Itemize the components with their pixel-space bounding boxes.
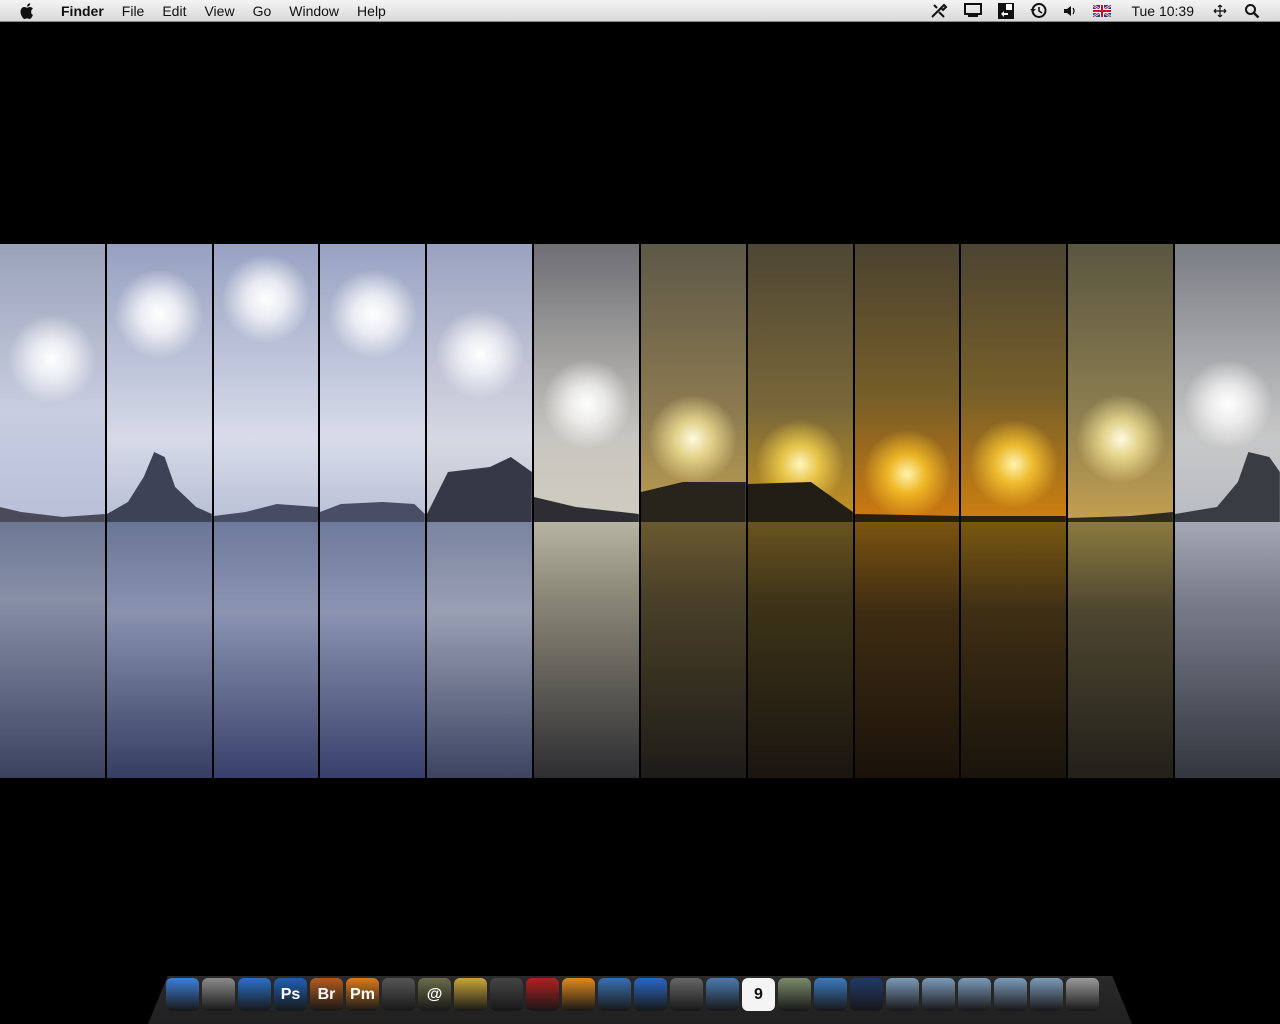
menu-edit[interactable]: Edit	[153, 0, 195, 22]
wallpaper-panel	[213, 244, 321, 778]
dock-preview-icon[interactable]	[778, 978, 811, 1011]
input-source-uk-flag-icon[interactable]	[1093, 0, 1112, 22]
dock-icon-label: Br	[317, 985, 336, 1003]
dock-icon-label: Ps	[280, 985, 301, 1003]
display-icon[interactable]	[964, 0, 983, 22]
dock-itunes-icon[interactable]	[598, 978, 631, 1011]
dock-imovie-icon[interactable]	[490, 978, 523, 1011]
menu-window[interactable]: Window	[280, 0, 348, 22]
dock-applications-folder-icon[interactable]	[886, 978, 919, 1011]
apple-menu-icon[interactable]	[18, 2, 38, 20]
wallpaper-panel	[640, 244, 748, 778]
dock-icon-label: Pm	[350, 985, 375, 1003]
spaces-icon[interactable]	[998, 0, 1015, 22]
dock-ical-icon[interactable]: 9	[742, 978, 775, 1011]
wallpaper-panel	[747, 244, 855, 778]
menu-clock[interactable]: Tue 10:39	[1131, 3, 1194, 19]
menu-extras: Tue 10:39	[922, 0, 1280, 22]
wallpaper-panel	[1175, 244, 1280, 778]
dock-script-editor-icon[interactable]	[670, 978, 703, 1011]
dock-quicktime-icon[interactable]	[562, 978, 595, 1011]
wallpaper-panel	[961, 244, 1069, 778]
menu-finder[interactable]: Finder	[52, 0, 113, 22]
dock-utilities-folder-icon[interactable]	[958, 978, 991, 1011]
dock-trash-icon[interactable]	[1066, 978, 1099, 1011]
menu-bar: Finder File Edit View Go Window Help Tue…	[0, 0, 1280, 22]
menu-file[interactable]: File	[113, 0, 154, 22]
tools-icon[interactable]	[930, 0, 948, 22]
dock-mail-icon[interactable]: @	[418, 978, 451, 1011]
dock-google-earth-icon[interactable]	[634, 978, 667, 1011]
dock-safari-icon[interactable]	[454, 978, 487, 1011]
dock-icon-label: 9	[754, 985, 763, 1003]
dock-photomerge-icon[interactable]: Pm	[346, 978, 379, 1011]
time-machine-icon[interactable]	[1030, 0, 1047, 22]
dock-system-preferences-icon[interactable]	[202, 978, 235, 1011]
menu-go[interactable]: Go	[244, 0, 281, 22]
volume-icon[interactable]	[1063, 0, 1077, 22]
wallpaper-panel	[427, 244, 535, 778]
dock-network-utility-icon[interactable]	[814, 978, 847, 1011]
dock-icon-label: @	[426, 985, 443, 1003]
dock-activity-monitor-icon[interactable]	[850, 978, 883, 1011]
dock: Ps Br Pm @9	[166, 978, 1099, 1011]
bluetooth-sync-icon[interactable]	[1212, 0, 1228, 22]
dock-automator-icon[interactable]	[382, 978, 415, 1011]
wallpaper-panel	[0, 244, 107, 778]
menu-help[interactable]: Help	[348, 0, 395, 22]
dock-finder-icon[interactable]	[166, 978, 199, 1011]
spotlight-search-icon[interactable]	[1244, 0, 1260, 22]
wallpaper-panel	[320, 244, 428, 778]
menu-bar-left: Finder File Edit View Go Window Help	[0, 0, 395, 22]
dock-photoshop-icon[interactable]: Ps	[274, 978, 307, 1011]
dock-iphoto-icon[interactable]	[706, 978, 739, 1011]
dock-time-machine-icon[interactable]	[238, 978, 271, 1011]
dock-documents-folder-icon[interactable]	[922, 978, 955, 1011]
wallpaper-panel	[534, 244, 641, 778]
menu-view[interactable]: View	[195, 0, 243, 22]
dock-front-row-icon[interactable]	[526, 978, 559, 1011]
wallpaper-panel	[106, 244, 214, 778]
dock-bridge-icon[interactable]: Br	[310, 978, 343, 1011]
dock-stack-folder-icon[interactable]	[1030, 978, 1063, 1011]
desktop-wallpaper	[0, 244, 1280, 778]
dock-downloads-folder-icon[interactable]	[994, 978, 1027, 1011]
wallpaper-panel	[1068, 244, 1176, 778]
wallpaper-panel	[854, 244, 962, 778]
